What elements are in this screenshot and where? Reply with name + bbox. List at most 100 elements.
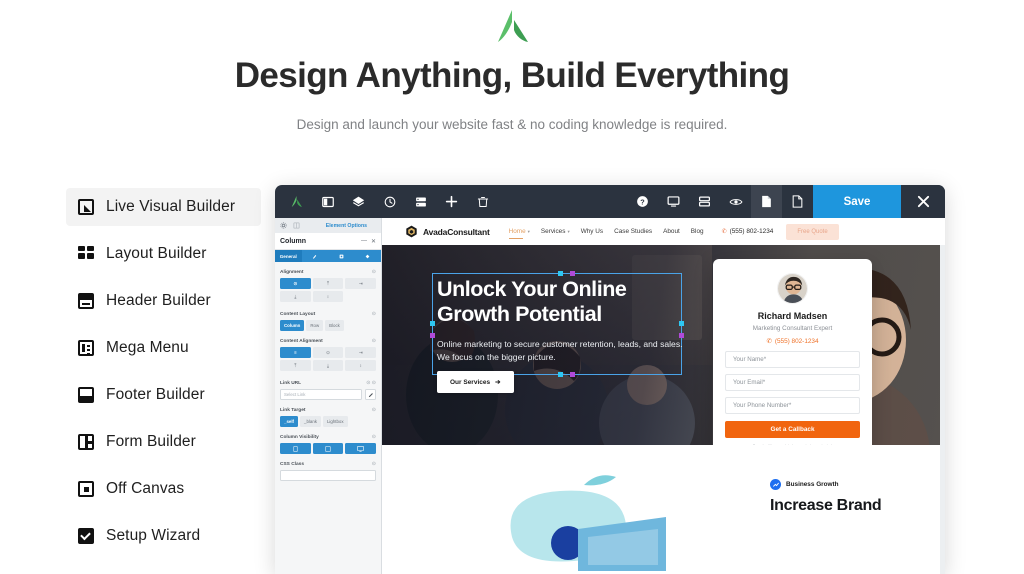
site-nav-items: Home ▾ Services ▾ Why Us Case Studies Abou… xyxy=(508,228,704,239)
tab-advanced[interactable] xyxy=(355,250,382,262)
responsive-preview-icon[interactable] xyxy=(658,185,689,218)
grid-view-icon[interactable] xyxy=(689,185,720,218)
history-icon[interactable] xyxy=(374,185,405,218)
align-option[interactable]: ⊙ xyxy=(280,278,311,289)
visibility-desktop[interactable] xyxy=(345,443,377,454)
link-target-blank[interactable]: _blank xyxy=(300,416,321,427)
trash-icon[interactable] xyxy=(467,185,498,218)
visibility-row xyxy=(280,443,377,454)
sidebar-item-footer-builder[interactable]: Footer Builder xyxy=(66,376,261,414)
add-icon[interactable] xyxy=(436,185,467,218)
minimize-icon[interactable]: — xyxy=(361,238,367,244)
content-align-option[interactable]: ⊙ xyxy=(312,347,344,358)
help-icon[interactable]: ? xyxy=(627,185,658,218)
page-outline-icon[interactable] xyxy=(782,185,813,218)
panel-tabs: General xyxy=(275,250,381,262)
visibility-tablet[interactable] xyxy=(312,443,344,454)
site-lower-section: Business Growth Increase Brand xyxy=(382,445,945,574)
panel-close-icon[interactable]: ✕ xyxy=(371,238,376,245)
resize-handle[interactable] xyxy=(430,333,435,338)
field-reset-icon[interactable]: ⊙ ⊙ xyxy=(366,380,376,386)
link-target-self[interactable]: _self xyxy=(280,416,299,427)
tab-design[interactable] xyxy=(302,250,329,262)
columns-icon[interactable] xyxy=(292,221,301,230)
page-filled-icon[interactable] xyxy=(751,185,782,218)
site-logo[interactable]: AvadaConsultant xyxy=(405,225,490,238)
link-url-input[interactable]: Select Link xyxy=(280,389,362,400)
content-align-option[interactable]: ↕ xyxy=(345,360,377,371)
resize-handle[interactable] xyxy=(558,372,563,377)
button-row: ⤒ ⤓ ↕ xyxy=(280,360,377,371)
header-builder-icon xyxy=(78,293,94,309)
preview-scrollbar[interactable] xyxy=(940,218,945,574)
free-quote-button[interactable]: Free Quote xyxy=(786,223,839,240)
resize-handle[interactable] xyxy=(558,271,563,276)
field-reset-icon[interactable]: ⊙ xyxy=(372,461,376,467)
tab-extras[interactable] xyxy=(328,250,355,262)
layout-option-block[interactable]: Block xyxy=(325,320,344,331)
sidebar-item-layout-builder[interactable]: Layout Builder xyxy=(66,235,261,273)
align-option[interactable]: ⤓ xyxy=(280,291,311,302)
email-field[interactable]: Your Email* xyxy=(725,374,860,391)
layers-icon[interactable] xyxy=(343,185,374,218)
close-icon[interactable] xyxy=(901,185,945,218)
content-align-option[interactable]: ⤓ xyxy=(312,360,344,371)
consultant-phone[interactable]: ✆ (555) 802-1234 xyxy=(725,337,860,346)
resize-handle[interactable] xyxy=(570,372,575,377)
nav-item-services[interactable]: Services ▾ xyxy=(541,228,570,235)
visibility-mobile[interactable] xyxy=(280,443,311,454)
feature-label: Footer Builder xyxy=(106,386,205,403)
field-reset-icon[interactable]: ⊙ xyxy=(372,311,376,317)
nav-item-about[interactable]: About xyxy=(663,228,680,235)
nav-item-case-studies[interactable]: Case Studies xyxy=(614,228,652,235)
field-reset-icon[interactable]: ⊙ xyxy=(372,338,376,344)
hero-cta-button[interactable]: Our Services ➔ xyxy=(437,371,514,393)
feature-list: Live Visual Builder Layout Builder Heade… xyxy=(66,188,261,564)
css-class-input[interactable] xyxy=(280,470,376,481)
sidebar-item-form-builder[interactable]: Form Builder xyxy=(66,423,261,461)
sidebar-item-setup-wizard[interactable]: Setup Wizard xyxy=(66,517,261,555)
field-reset-icon[interactable]: ⊙ xyxy=(372,434,376,440)
layout-option-row[interactable]: Row xyxy=(306,320,324,331)
content-align-option[interactable]: ≡ xyxy=(280,347,311,358)
phone-field[interactable]: Your Phone Number* xyxy=(725,397,860,414)
chevron-down-icon: ▾ xyxy=(567,228,570,234)
panel-fields[interactable]: Alignment ⊙ ⊙ ⤒ ⇥ ⤓ ↕ Content Layout ⊙ C… xyxy=(275,262,381,574)
avada-logo-icon[interactable] xyxy=(281,185,312,218)
layout-option-column[interactable]: Column xyxy=(280,320,305,331)
resize-handle[interactable] xyxy=(430,321,435,326)
preview-eye-icon[interactable] xyxy=(720,185,751,218)
tab-general[interactable]: General xyxy=(275,250,302,262)
nav-item-blog[interactable]: Blog xyxy=(691,228,704,235)
align-option[interactable]: ⤒ xyxy=(312,278,344,289)
sidebar-item-off-canvas[interactable]: Off Canvas xyxy=(66,470,261,508)
builder-toolbar: ? Save xyxy=(275,185,945,218)
sidebar-item-mega-menu[interactable]: Mega Menu xyxy=(66,329,261,367)
site-header: AvadaConsultant Home ▾ Services ▾ Why Us C… xyxy=(382,218,945,245)
sidebar-item-live-visual-builder[interactable]: Live Visual Builder xyxy=(66,188,261,226)
align-option[interactable]: ⇥ xyxy=(345,278,377,289)
align-option[interactable]: ↕ xyxy=(312,291,344,302)
field-label: Link URL ⊙ ⊙ xyxy=(280,380,376,386)
name-field[interactable]: Your Name* xyxy=(725,351,860,368)
link-target-lightbox[interactable]: Lightbox xyxy=(322,416,348,427)
phone-icon: ✆ xyxy=(721,229,727,235)
site-phone[interactable]: ✆ (555) 802-1234 xyxy=(722,228,774,235)
get-a-callback-button[interactable]: Get a Callback xyxy=(725,421,860,438)
field-group-alignment: Alignment ⊙ ⊙ ⤒ ⇥ ⤓ ↕ xyxy=(280,262,377,302)
nav-item-why-us[interactable]: Why Us xyxy=(581,228,603,235)
sidebar-item-header-builder[interactable]: Header Builder xyxy=(66,282,261,320)
content-align-option[interactable]: ⇥ xyxy=(345,347,377,358)
sidebar-toggle-icon[interactable] xyxy=(312,185,343,218)
library-icon[interactable] xyxy=(405,185,436,218)
field-reset-icon[interactable]: ⊙ xyxy=(372,407,376,413)
save-button[interactable]: Save xyxy=(813,185,901,218)
content-align-option[interactable]: ⤒ xyxy=(280,360,311,371)
resize-handle[interactable] xyxy=(570,271,575,276)
feature-label: Off Canvas xyxy=(106,480,185,497)
pencil-icon[interactable] xyxy=(365,389,376,400)
field-reset-icon[interactable]: ⊙ xyxy=(372,269,376,275)
segment-control: _self _blank Lightbox xyxy=(280,416,376,427)
gear-icon[interactable] xyxy=(279,221,288,230)
nav-item-home[interactable]: Home ▾ xyxy=(508,228,530,239)
